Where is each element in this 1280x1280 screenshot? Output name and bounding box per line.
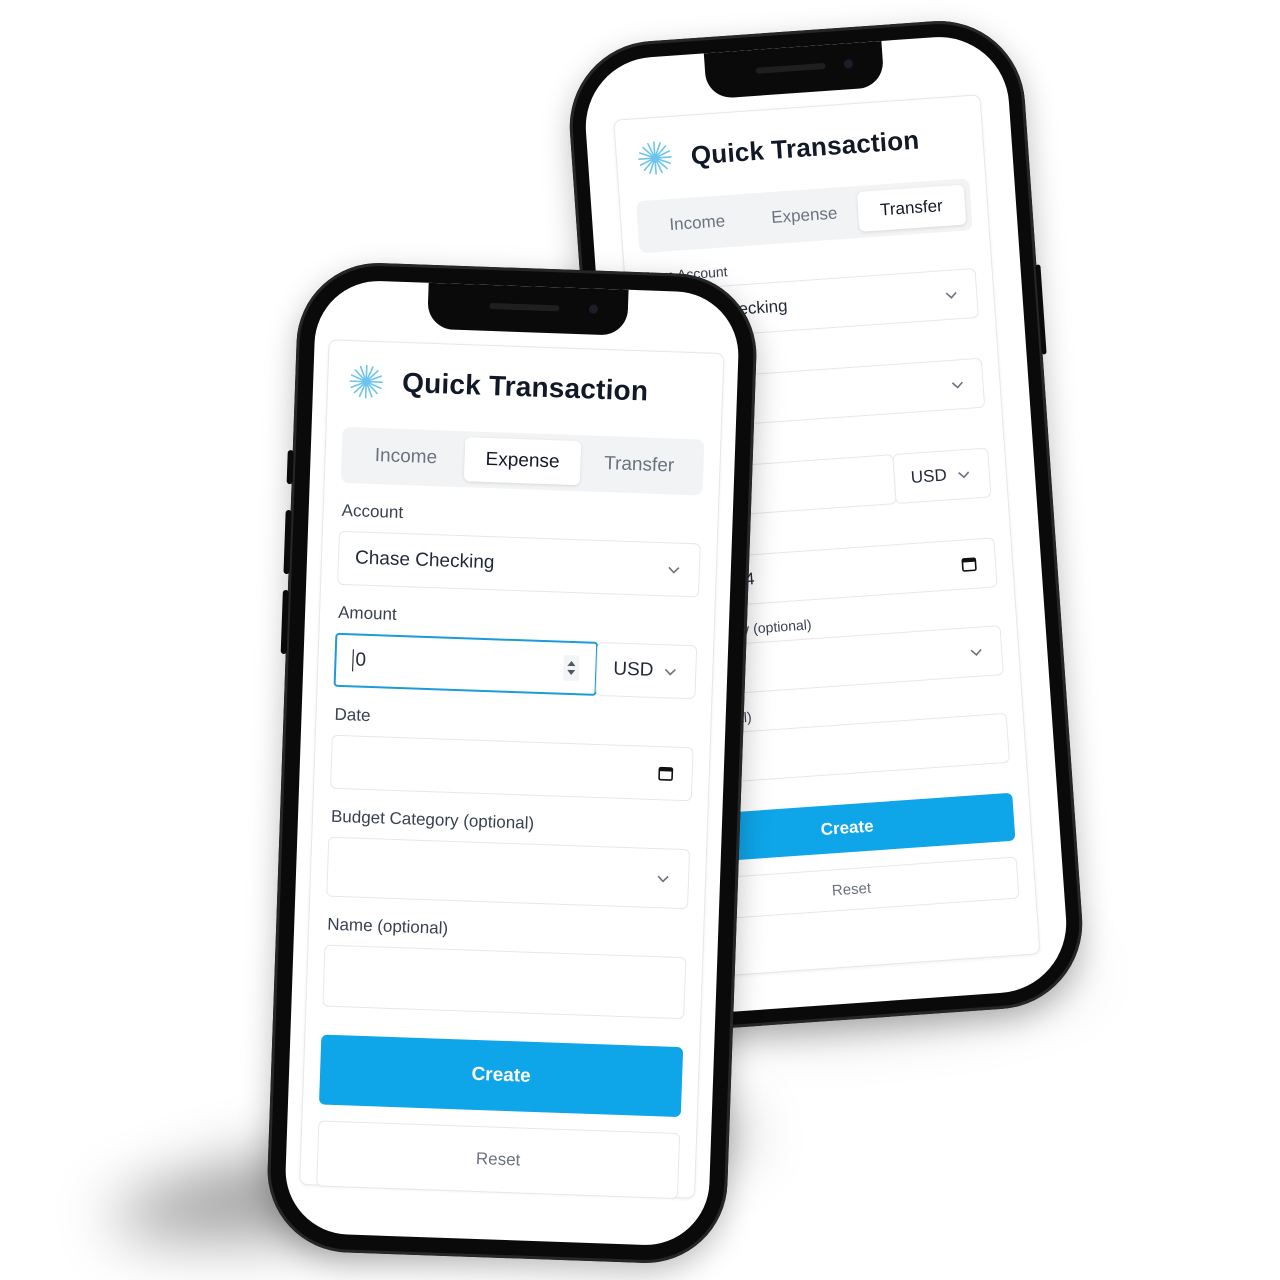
- chevron-down-icon: [970, 648, 982, 656]
- currency-value: USD: [910, 465, 948, 487]
- power-button: [1035, 264, 1047, 355]
- chevron-down-icon: [668, 566, 680, 574]
- page-title: Quick Transaction: [401, 366, 649, 407]
- starburst-logo-icon: [349, 364, 384, 399]
- chevron-down-icon: [657, 875, 669, 883]
- stepper-down-icon[interactable]: [567, 669, 576, 676]
- tab-expense[interactable]: Expense: [463, 437, 582, 486]
- marketing-stage: Quick Transaction Income Expense Transfe…: [0, 0, 1280, 1280]
- date-input[interactable]: [329, 734, 694, 802]
- tab-transfer[interactable]: Transfer: [580, 441, 698, 489]
- budget-category-label: Budget Category (optional): [330, 806, 535, 833]
- budget-category-select[interactable]: [326, 836, 691, 910]
- tab-transfer[interactable]: Transfer: [856, 184, 967, 232]
- quick-transaction-card: Quick Transaction Income Expense Transfe…: [299, 339, 725, 1200]
- calendar-icon[interactable]: [657, 765, 674, 782]
- account-label: Account: [341, 500, 404, 523]
- chevron-down-icon: [664, 668, 676, 676]
- amount-value: 0: [355, 649, 367, 671]
- text-cursor: [352, 649, 354, 672]
- volume-down-button: [280, 589, 289, 655]
- chevron-down-icon: [945, 291, 957, 299]
- create-button[interactable]: Create: [318, 1034, 684, 1118]
- volume-up-button: [283, 509, 292, 575]
- amount-label: Amount: [337, 602, 398, 624]
- page-title: Quick Transaction: [689, 124, 921, 170]
- date-label: Date: [334, 704, 371, 726]
- account-select[interactable]: Chase Checking: [337, 530, 701, 598]
- notch: [703, 40, 885, 100]
- mute-switch: [286, 449, 294, 485]
- number-stepper[interactable]: [562, 654, 580, 682]
- name-input[interactable]: [322, 944, 687, 1020]
- front-phone: Quick Transaction Income Expense Transfe…: [264, 260, 760, 1266]
- notch: [427, 282, 629, 336]
- starburst-logo-icon: [638, 141, 672, 175]
- tab-income[interactable]: Income: [347, 433, 465, 481]
- currency-select[interactable]: USD: [595, 641, 698, 700]
- name-label: Name (optional): [326, 914, 449, 938]
- tab-income[interactable]: Income: [642, 200, 752, 247]
- camera: [843, 59, 854, 69]
- speaker: [755, 62, 826, 74]
- transaction-type-tabs: Income Expense Transfer: [635, 178, 973, 254]
- amount-input[interactable]: 0: [333, 632, 599, 696]
- speaker: [489, 302, 560, 312]
- stepper-up-icon[interactable]: [567, 660, 576, 667]
- front-phone-screen: Quick Transaction Income Expense Transfe…: [283, 278, 741, 1248]
- currency-value: USD: [612, 658, 654, 681]
- reset-button[interactable]: Reset: [316, 1120, 681, 1200]
- chevron-down-icon: [958, 471, 970, 479]
- account-value: Chase Checking: [354, 547, 495, 574]
- calendar-icon[interactable]: [961, 556, 978, 573]
- tab-expense[interactable]: Expense: [749, 192, 859, 239]
- chevron-down-icon: [951, 381, 963, 389]
- camera: [588, 304, 599, 314]
- currency-select[interactable]: USD: [892, 447, 992, 505]
- transaction-type-tabs: Income Expense Transfer: [340, 426, 705, 496]
